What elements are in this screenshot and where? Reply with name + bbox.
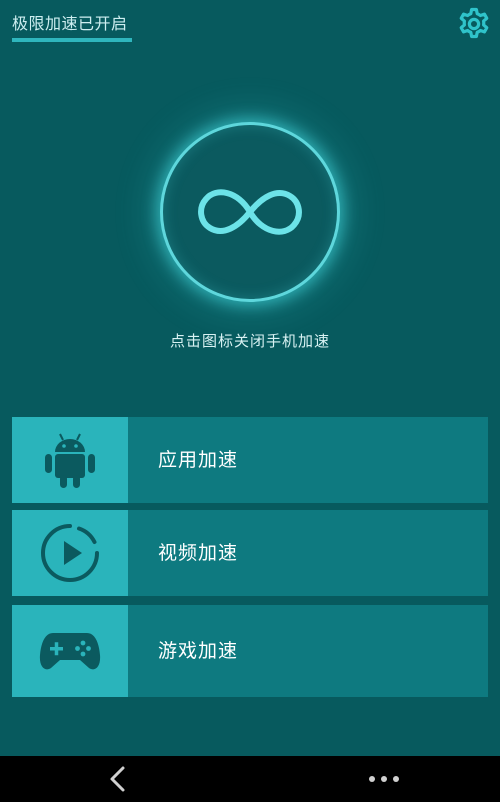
app-boost-icon-box xyxy=(12,417,128,503)
video-boost-icon-box xyxy=(12,510,128,596)
app-boost-label: 应用加速 xyxy=(158,449,239,471)
video-boost-label: 视频加速 xyxy=(158,542,239,564)
play-circle-icon xyxy=(41,524,99,582)
game-boost-label: 游戏加速 xyxy=(158,640,239,662)
back-chevron-icon[interactable] xyxy=(104,764,132,794)
status-title: 极限加速已开启 xyxy=(12,14,128,33)
android-icon xyxy=(45,433,95,488)
infinity-icon xyxy=(198,189,302,235)
navigation-bar xyxy=(0,756,500,802)
video-boost-row[interactable]: 视频加速 xyxy=(12,510,488,596)
app-screen: 极限加速已开启 点击图标关闭手机加速 应用加速 视频加速 游戏加速 xyxy=(0,0,500,802)
boost-hint-text: 点击图标关闭手机加速 xyxy=(169,332,330,350)
game-boost-row[interactable]: 游戏加速 xyxy=(12,605,488,697)
app-boost-row[interactable]: 应用加速 xyxy=(12,417,488,503)
status-underline xyxy=(12,38,132,42)
game-boost-icon-box xyxy=(12,605,128,697)
boost-toggle-button[interactable] xyxy=(160,122,340,302)
header: 极限加速已开启 xyxy=(0,0,500,50)
more-dots-icon[interactable] xyxy=(366,769,402,789)
gear-icon[interactable] xyxy=(456,6,492,42)
gamepad-icon xyxy=(39,633,101,670)
